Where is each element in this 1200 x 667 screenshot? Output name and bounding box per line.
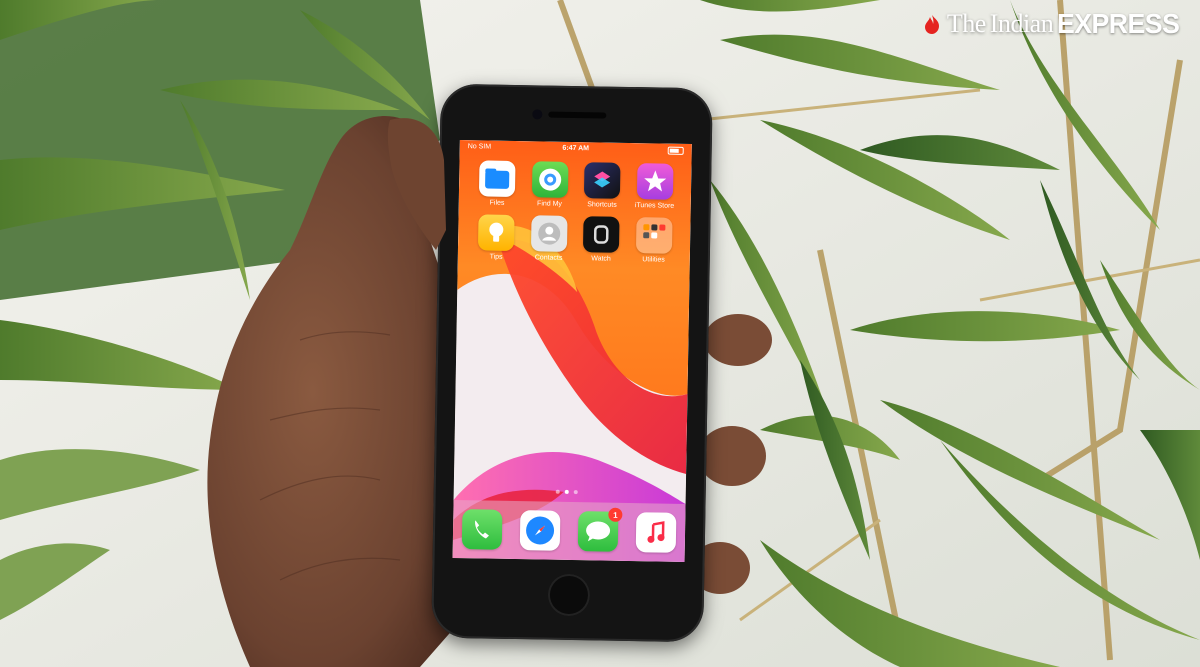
watch-icon[interactable] [583,216,620,253]
tips-icon[interactable] [478,214,515,251]
safari-icon[interactable] [519,510,561,551]
home-screen: No SIM 6:47 AM Files Find My Shortcuts i… [452,140,692,562]
page-dot [555,489,560,494]
app-label: Files [489,199,505,207]
watermark-indian: Indian [989,9,1054,38]
iphone-device: No SIM 6:47 AM Files Find My Shortcuts i… [431,83,713,643]
music-icon[interactable] [635,512,677,553]
home-button[interactable] [547,573,591,617]
shortcuts-icon[interactable] [584,162,621,199]
app-find-my[interactable]: Find My [523,161,576,208]
app-label: Utilities [642,256,665,264]
app-files[interactable]: Files [471,160,524,207]
find-my-icon[interactable] [531,161,569,198]
app-utilities-folder[interactable]: Utilities [627,217,680,264]
app-label: Shortcuts [587,201,617,209]
battery-icon [667,146,684,155]
dock-messages[interactable]: 1 [577,507,623,552]
messages-badge: 1 [608,507,623,522]
dock-safari[interactable] [519,510,561,551]
dock-music[interactable] [635,512,677,553]
utilities-folder-icon[interactable] [635,217,673,254]
app-label: Watch [591,255,611,263]
app-shortcuts[interactable]: Shortcuts [576,162,629,209]
app-contacts[interactable]: Contacts [522,215,575,262]
page-dot [573,490,578,495]
itunes-store-icon[interactable] [636,163,674,200]
contacts-icon[interactable] [530,215,568,252]
app-label: Find My [537,200,563,208]
app-label: iTunes Store [634,202,675,210]
indian-express-watermark: The Indian EXPRESS [921,8,1186,40]
clock-time: 6:47 AM [562,144,590,153]
front-camera [532,109,543,120]
page-indicator[interactable] [555,489,578,495]
app-grid: Files Find My Shortcuts iTunes Store Tip… [470,160,682,264]
watermark-express: EXPRESS [1057,8,1180,39]
app-tips[interactable]: Tips [470,214,523,261]
photo-scene: The Indian EXPRESS No SIM 6:47 AM Files … [0,0,1200,667]
watermark-the: The [946,9,986,38]
page-dot-active [564,489,569,494]
files-icon[interactable] [479,160,516,197]
earpiece-speaker [548,111,607,119]
dock: 1 [452,499,686,562]
app-label: Tips [489,253,503,261]
phone-icon[interactable] [461,509,503,550]
app-itunes-store[interactable]: iTunes Store [628,163,681,210]
app-watch[interactable]: Watch [575,216,628,263]
app-label: Contacts [534,254,563,262]
flame-logo-icon [924,15,939,34]
dock-phone[interactable] [461,509,503,550]
